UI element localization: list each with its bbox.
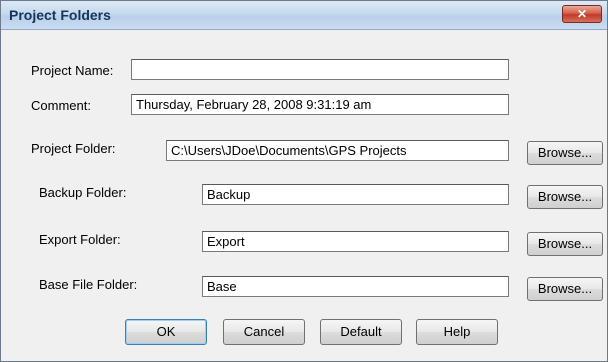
help-button[interactable]: Help xyxy=(416,319,498,345)
ok-button[interactable]: OK xyxy=(125,319,207,345)
close-button[interactable]: ✕ xyxy=(562,5,602,23)
base-file-folder-field[interactable]: Base xyxy=(202,276,509,297)
base-file-folder-label: Base File Folder: xyxy=(39,277,138,292)
backup-folder-browse-button[interactable]: Browse... xyxy=(527,185,603,209)
base-file-folder-browse-button[interactable]: Browse... xyxy=(527,277,603,301)
project-name-label: Project Name: xyxy=(31,63,114,78)
default-button[interactable]: Default xyxy=(320,319,402,345)
backup-folder-label: Backup Folder: xyxy=(39,185,127,200)
dialog-title: Project Folders xyxy=(9,7,111,23)
title-bar: Project Folders ✕ xyxy=(1,1,607,30)
close-icon: ✕ xyxy=(576,7,588,21)
export-folder-browse-button[interactable]: Browse... xyxy=(527,232,603,256)
project-folders-dialog: Project Folders ✕ Project Name: Comment:… xyxy=(0,0,608,362)
project-name-field[interactable] xyxy=(131,59,509,80)
project-folder-label: Project Folder: xyxy=(31,141,116,156)
export-folder-field[interactable]: Export xyxy=(202,231,509,252)
comment-field[interactable]: Thursday, February 28, 2008 9:31:19 am xyxy=(131,94,509,115)
export-folder-label: Export Folder: xyxy=(39,232,121,247)
comment-label: Comment: xyxy=(31,98,91,113)
cancel-button[interactable]: Cancel xyxy=(223,319,305,345)
project-folder-browse-button[interactable]: Browse... xyxy=(527,141,603,165)
backup-folder-field[interactable]: Backup xyxy=(202,184,509,205)
project-folder-field[interactable]: C:\Users\JDoe\Documents\GPS Projects xyxy=(166,140,509,161)
